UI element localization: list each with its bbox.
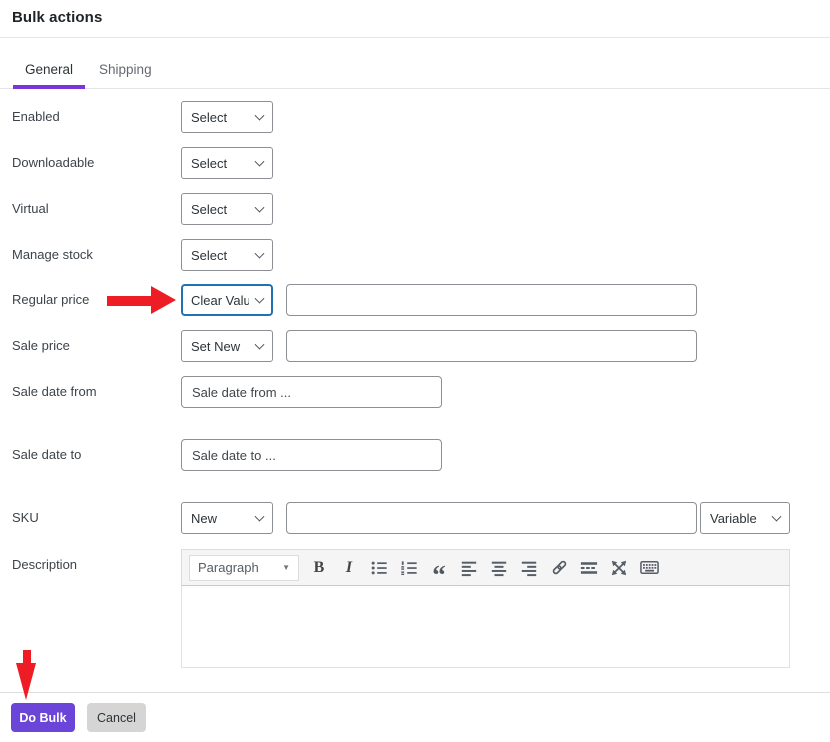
- row-sale-date-from: Sale date from: [0, 376, 830, 408]
- align-right-icon[interactable]: [516, 555, 542, 581]
- tab-shipping[interactable]: Shipping: [87, 50, 164, 89]
- enabled-select[interactable]: Select: [181, 101, 273, 133]
- sku-action-select[interactable]: New: [181, 502, 273, 534]
- sku-select-wrap: New: [181, 502, 273, 534]
- row-downloadable: Downloadable Select: [0, 147, 830, 179]
- panel-header: Bulk actions: [0, 0, 830, 38]
- description-editor-content[interactable]: [181, 586, 790, 668]
- sale-price-select-wrap: Set New: [181, 330, 273, 362]
- row-sku: SKU New Variable: [0, 502, 830, 534]
- align-center-icon[interactable]: [486, 555, 512, 581]
- sale-date-to-input[interactable]: [181, 439, 442, 471]
- align-left-icon[interactable]: [456, 555, 482, 581]
- downloadable-label: Downloadable: [12, 147, 94, 179]
- sale-date-from-input[interactable]: [181, 376, 442, 408]
- description-editor: Paragraph ▼ B I “: [181, 549, 790, 668]
- do-bulk-button[interactable]: Do Bulk: [11, 703, 75, 732]
- downloadable-select-wrap: Select: [181, 147, 273, 179]
- blockquote-icon[interactable]: “: [426, 555, 452, 581]
- cancel-button[interactable]: Cancel: [87, 703, 146, 732]
- row-enabled: Enabled Select: [0, 101, 830, 133]
- caret-down-icon: ▼: [282, 563, 290, 572]
- footer-divider: [0, 692, 830, 693]
- tab-general[interactable]: General: [13, 50, 85, 89]
- fullscreen-icon[interactable]: [606, 555, 632, 581]
- sku-scope-select-wrap: Variable: [700, 502, 790, 534]
- manage-stock-select-wrap: Select: [181, 239, 273, 271]
- virtual-select[interactable]: Select: [181, 193, 273, 225]
- sku-label: SKU: [12, 502, 39, 534]
- row-regular-price: Regular price Clear Value: [0, 284, 830, 316]
- page-title: Bulk actions: [12, 9, 102, 26]
- italic-icon[interactable]: I: [336, 555, 362, 581]
- tabs: General Shipping: [13, 50, 164, 89]
- downloadable-select[interactable]: Select: [181, 147, 273, 179]
- paragraph-format-select[interactable]: Paragraph ▼: [189, 555, 299, 581]
- sale-date-from-label: Sale date from: [12, 376, 97, 408]
- manage-stock-label: Manage stock: [12, 239, 93, 271]
- numbered-list-icon[interactable]: [396, 555, 422, 581]
- enabled-label: Enabled: [12, 101, 60, 133]
- virtual-label: Virtual: [12, 193, 49, 225]
- sale-price-action-select[interactable]: Set New: [181, 330, 273, 362]
- bold-icon[interactable]: B: [306, 555, 332, 581]
- row-virtual: Virtual Select: [0, 193, 830, 225]
- description-label: Description: [12, 549, 77, 581]
- row-sale-price: Sale price Set New: [0, 330, 830, 362]
- regular-price-action-select[interactable]: Clear Value: [181, 284, 273, 316]
- bulk-actions-panel: Bulk actions General Shipping Enabled Se…: [0, 0, 830, 742]
- paragraph-format-label: Paragraph: [198, 560, 259, 575]
- editor-toolbar: Paragraph ▼ B I “: [181, 549, 790, 586]
- sku-scope-select[interactable]: Variable: [700, 502, 790, 534]
- sale-date-to-label: Sale date to: [12, 439, 81, 471]
- regular-price-input[interactable]: [286, 284, 697, 316]
- sale-price-input[interactable]: [286, 330, 697, 362]
- virtual-select-wrap: Select: [181, 193, 273, 225]
- enabled-select-wrap: Select: [181, 101, 273, 133]
- link-icon[interactable]: [546, 555, 572, 581]
- sku-input[interactable]: [286, 502, 697, 534]
- row-sale-date-to: Sale date to: [0, 439, 830, 471]
- sale-price-label: Sale price: [12, 330, 70, 362]
- row-manage-stock: Manage stock Select: [0, 239, 830, 271]
- regular-price-label: Regular price: [12, 284, 89, 316]
- bulleted-list-icon[interactable]: [366, 555, 392, 581]
- tab-bar: General Shipping: [0, 38, 830, 89]
- insert-read-more-icon[interactable]: [576, 555, 602, 581]
- regular-price-select-wrap: Clear Value: [181, 284, 273, 316]
- keyboard-shortcuts-icon[interactable]: [636, 555, 662, 581]
- manage-stock-select[interactable]: Select: [181, 239, 273, 271]
